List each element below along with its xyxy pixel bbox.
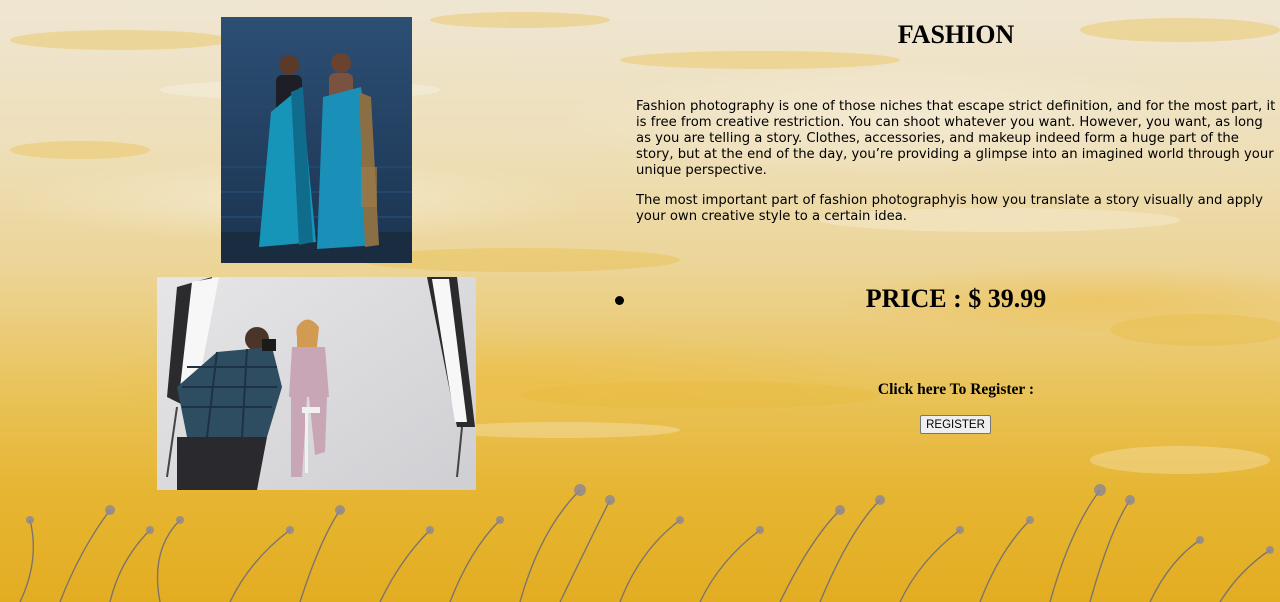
register-prompt: Click here To Register : xyxy=(877,381,1035,398)
price-label: PRICE : $ 39.99 xyxy=(865,284,1047,313)
page-title: FASHION xyxy=(897,20,1015,49)
list-bullet xyxy=(615,296,624,305)
description-paragraph-1: Fashion photography is one of those nich… xyxy=(636,99,1276,178)
register-button[interactable]: REGISTER xyxy=(920,415,991,434)
description-paragraph-2: The most important part of fashion photo… xyxy=(636,193,1263,224)
studio-photoshoot-photo xyxy=(157,277,476,490)
saree-models-photo xyxy=(221,17,412,263)
